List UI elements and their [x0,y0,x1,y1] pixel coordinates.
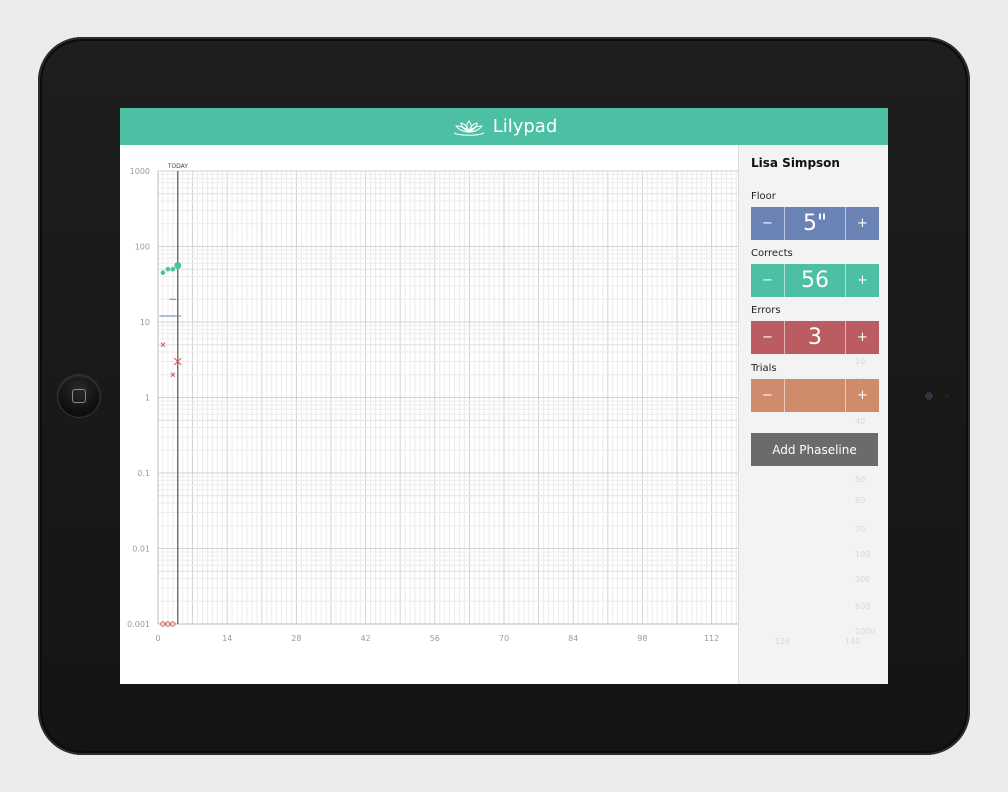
home-button[interactable] [58,375,100,417]
x-tick-label: 14 [222,634,232,643]
lotus-logo-icon [453,119,484,136]
decrement-button[interactable]: − [751,321,785,354]
counter-label-0: Floor [751,191,776,202]
x-tick-label: 28 [291,634,301,643]
y-tick-label: 0.1 [137,469,150,478]
increment-button[interactable]: + [845,264,879,297]
camera-icon [925,392,933,400]
x-tick-label: 70 [499,634,509,643]
increment-button[interactable]: + [845,321,879,354]
celeration-chart[interactable]: 1000 100 10 1 0.1 0.01 0.001 0 14 28 42 56 70 84 98 112… [120,145,851,684]
app-title: Lilypad [492,116,558,137]
ghost-tick: 126 [775,637,791,646]
counter-3: − + [751,379,879,412]
counter-label-2: Errors [751,305,781,316]
y-tick-label: 0.001 [127,620,150,629]
y-tick-label: 10 [140,318,150,327]
x-tick-label: 0 [155,634,160,643]
counter-0: −5" + [751,207,879,240]
correct-dot [165,266,171,272]
x-tick-label: 42 [361,634,371,643]
decrement-button[interactable]: − [751,379,785,412]
y-tick-label: 1000 [130,167,150,176]
x-tick-label: 56 [430,634,440,643]
ghost-tick: 40 [855,417,866,426]
ghost-tick: 60 [855,496,866,505]
add-phaseline-button[interactable]: Add Phaseline [751,433,878,466]
x-tick-label: 84 [568,634,578,643]
ghost-tick: 100 [855,550,871,559]
app-header: Lilypad [120,108,888,145]
correct-dot [170,266,176,272]
correct-dot [174,262,182,270]
counter-value[interactable] [785,379,845,412]
home-square-icon [72,389,86,403]
counter-value[interactable]: 5" [785,207,845,240]
ghost-tick: 1000 [855,627,876,636]
ghost-tick: 140 [845,637,861,646]
ghost-tick: 50 [855,475,866,484]
ghost-tick: 300 [855,575,871,584]
x-tick-label: 98 [637,634,647,643]
counter-2: −3 + [751,321,879,354]
decrement-button[interactable]: − [751,264,785,297]
y-tick-label: 0.01 [132,545,150,554]
counter-value[interactable]: 3 [785,321,845,354]
student-name: Lisa Simpson [751,156,840,170]
today-label: TODAY [167,163,189,170]
app-screen: Lilypad 1000 100 10 1 0.1 0.01 0.001 0 14 28 42 56 7… [120,108,888,684]
y-tick-label: 100 [135,243,150,252]
correct-dot [160,270,166,275]
sensor-dot [945,394,949,398]
decrement-button[interactable]: − [751,207,785,240]
increment-button[interactable]: + [845,379,879,412]
brand: Lilypad [451,116,558,137]
ghost-tick: 600 [855,602,871,611]
increment-button[interactable]: + [845,207,879,240]
counter-label-3: Trials [751,363,777,374]
counter-1: −56 + [751,264,879,297]
x-tick-label: 112 [704,634,719,643]
ghost-tick: 10 [855,357,866,366]
counter-value[interactable]: 56 [785,264,845,297]
y-tick-label: 1 [145,394,150,403]
side-panel: Lisa Simpson 10 20 30 40 50 60 70 100 30… [738,145,888,684]
ghost-tick: 70 [855,525,866,534]
counter-label-1: Corrects [751,248,793,259]
